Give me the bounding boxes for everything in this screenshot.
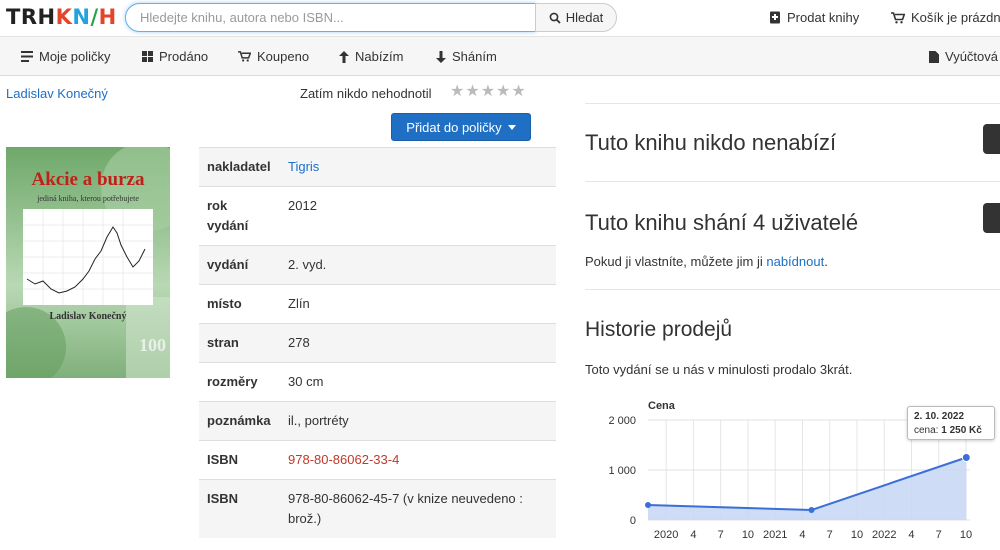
x-tick-label: 7 xyxy=(718,529,724,541)
cart-icon xyxy=(891,11,905,23)
info-key: ISBN xyxy=(199,440,280,480)
wanted-text: Pokud ji vlastníte, můžete jim ji nabídn… xyxy=(585,254,828,269)
isbn-value: 978-80-86062-33-4 xyxy=(288,452,400,467)
rating-stars[interactable]: ★ ★ ★ ★ ★ xyxy=(450,84,526,100)
y-tick-label: 2 000 xyxy=(608,415,636,427)
arrow-up-icon xyxy=(339,50,349,63)
info-key: nakladatel xyxy=(199,147,280,187)
info-row: stran 278 xyxy=(199,323,556,363)
book-cover[interactable]: Akcie a burza jediná kniha, kterou potře… xyxy=(6,147,170,378)
search-button[interactable]: Hledat xyxy=(535,3,617,32)
y-tick-label: 0 xyxy=(630,515,636,527)
nav-sold[interactable]: Prodáno xyxy=(142,49,208,64)
x-tick-label: 2022 xyxy=(872,529,896,541)
cart-icon xyxy=(238,51,251,62)
info-key: vydání xyxy=(199,245,280,285)
info-value: 978-80-86062-45-7 (v knize neuvedeno : b… xyxy=(280,479,556,538)
book-info-table: nakladatel Tigris rok vydání 2012 vydání 2. v… xyxy=(199,147,556,538)
star-icon[interactable]: ★ xyxy=(511,84,525,100)
search-input[interactable] xyxy=(125,3,536,32)
offer-button[interactable] xyxy=(983,124,1000,154)
y-tick-label: 1 000 xyxy=(608,465,636,477)
info-value: 2012 xyxy=(280,186,556,246)
info-row: vydání 2. vyd. xyxy=(199,245,556,285)
publisher-link[interactable]: Tigris xyxy=(288,159,319,174)
x-tick-label: 10 xyxy=(851,529,863,541)
cover-stock-chart xyxy=(23,209,153,305)
nav-my-shelves[interactable]: Moje poličky xyxy=(21,49,111,64)
x-tick-label: 2020 xyxy=(654,529,678,541)
top-bar: TRHKN/H Hledat Prodat knihy Košík je prá… xyxy=(0,0,1000,36)
cover-title: Akcie a burza xyxy=(31,169,145,190)
star-icon[interactable]: ★ xyxy=(481,84,495,100)
star-icon[interactable]: ★ xyxy=(450,84,464,100)
nav-seeking[interactable]: Sháním xyxy=(436,49,497,64)
cover-author: Ladislav Konečný xyxy=(49,311,127,322)
sell-books-link[interactable]: Prodat knihy xyxy=(769,10,859,25)
info-value: 278 xyxy=(280,323,556,363)
sales-history-heading: Historie prodejů xyxy=(585,318,733,341)
x-tick-label: 7 xyxy=(936,529,942,541)
cover-subtitle: jediná kniha, kterou potřebujete xyxy=(37,194,139,203)
info-row: rozměry 30 cm xyxy=(199,362,556,402)
info-row: místo Zlín xyxy=(199,284,556,324)
x-tick-label: 4 xyxy=(690,529,696,541)
star-icon[interactable]: ★ xyxy=(465,84,479,100)
site-logo[interactable]: TRHKN/H xyxy=(6,5,117,29)
no-offers-heading: Tuto knihu nikdo nenabízí xyxy=(585,130,837,155)
chart-tooltip: 2. 10. 2022 cena: 1 250 Kč xyxy=(907,406,995,440)
info-value: 978-80-86062-33-4 xyxy=(280,440,556,480)
info-value: il., portréty xyxy=(280,401,556,441)
sales-history-text: Toto vydání se u nás v minulosti prodalo… xyxy=(585,362,853,377)
data-point xyxy=(645,502,651,508)
rating-text: Zatím nikdo nehodnotil xyxy=(300,86,432,101)
cart-link[interactable]: Košík je prázdn xyxy=(891,10,1000,25)
divider xyxy=(585,181,1000,182)
data-point xyxy=(961,453,971,462)
nav-offering[interactable]: Nabízím xyxy=(339,49,403,64)
cover-number: 100 xyxy=(139,335,166,355)
info-value: 30 cm xyxy=(280,362,556,402)
info-key: rok vydání xyxy=(199,186,280,246)
nav-bar: Moje poličky Prodáno Koupeno Nabízím Shá… xyxy=(0,36,1000,76)
info-row: nakladatel Tigris xyxy=(199,147,556,187)
info-key: ISBN xyxy=(199,479,280,538)
data-point xyxy=(808,507,815,513)
author-link[interactable]: Ladislav Konečný xyxy=(6,86,108,101)
info-row: rok vydání 2012 xyxy=(199,186,556,246)
arrow-down-icon xyxy=(436,50,446,63)
info-key: poznámka xyxy=(199,401,280,441)
divider xyxy=(585,289,1000,290)
x-tick-label: 7 xyxy=(827,529,833,541)
x-tick-label: 4 xyxy=(799,529,805,541)
book-plus-icon xyxy=(770,11,780,24)
divider xyxy=(585,103,1000,104)
list-icon xyxy=(21,51,33,62)
info-row: poznámka il., portréty xyxy=(199,401,556,441)
y-axis-label: Cena xyxy=(648,400,676,412)
info-row: ISBN 978-80-86062-33-4 xyxy=(199,440,556,480)
add-to-shelf-button[interactable]: Přidat do poličky xyxy=(391,113,531,141)
want-button[interactable] xyxy=(983,203,1000,233)
search-icon xyxy=(549,12,561,24)
info-key: stran xyxy=(199,323,280,363)
star-icon[interactable]: ★ xyxy=(496,84,510,100)
info-value: 2. vyd. xyxy=(280,245,556,285)
grid-icon xyxy=(142,51,153,62)
caret-down-icon xyxy=(507,124,516,130)
info-value: Zlín xyxy=(280,284,556,324)
x-tick-label: 4 xyxy=(908,529,914,541)
offer-link[interactable]: nabídnout xyxy=(766,254,824,269)
wanted-heading: Tuto knihu shání 4 uživatelé xyxy=(585,210,859,235)
nav-bought[interactable]: Koupeno xyxy=(238,49,309,64)
info-key: místo xyxy=(199,284,280,324)
x-tick-label: 10 xyxy=(960,529,972,541)
x-tick-label: 2021 xyxy=(763,529,787,541)
x-tick-label: 10 xyxy=(742,529,754,541)
info-key: rozměry xyxy=(199,362,280,402)
document-icon xyxy=(929,50,939,63)
info-row: ISBN 978-80-86062-45-7 (v knize neuvedeno… xyxy=(199,479,556,538)
nav-statements[interactable]: Vyúčtová xyxy=(929,49,998,64)
info-value: Tigris xyxy=(280,147,556,187)
